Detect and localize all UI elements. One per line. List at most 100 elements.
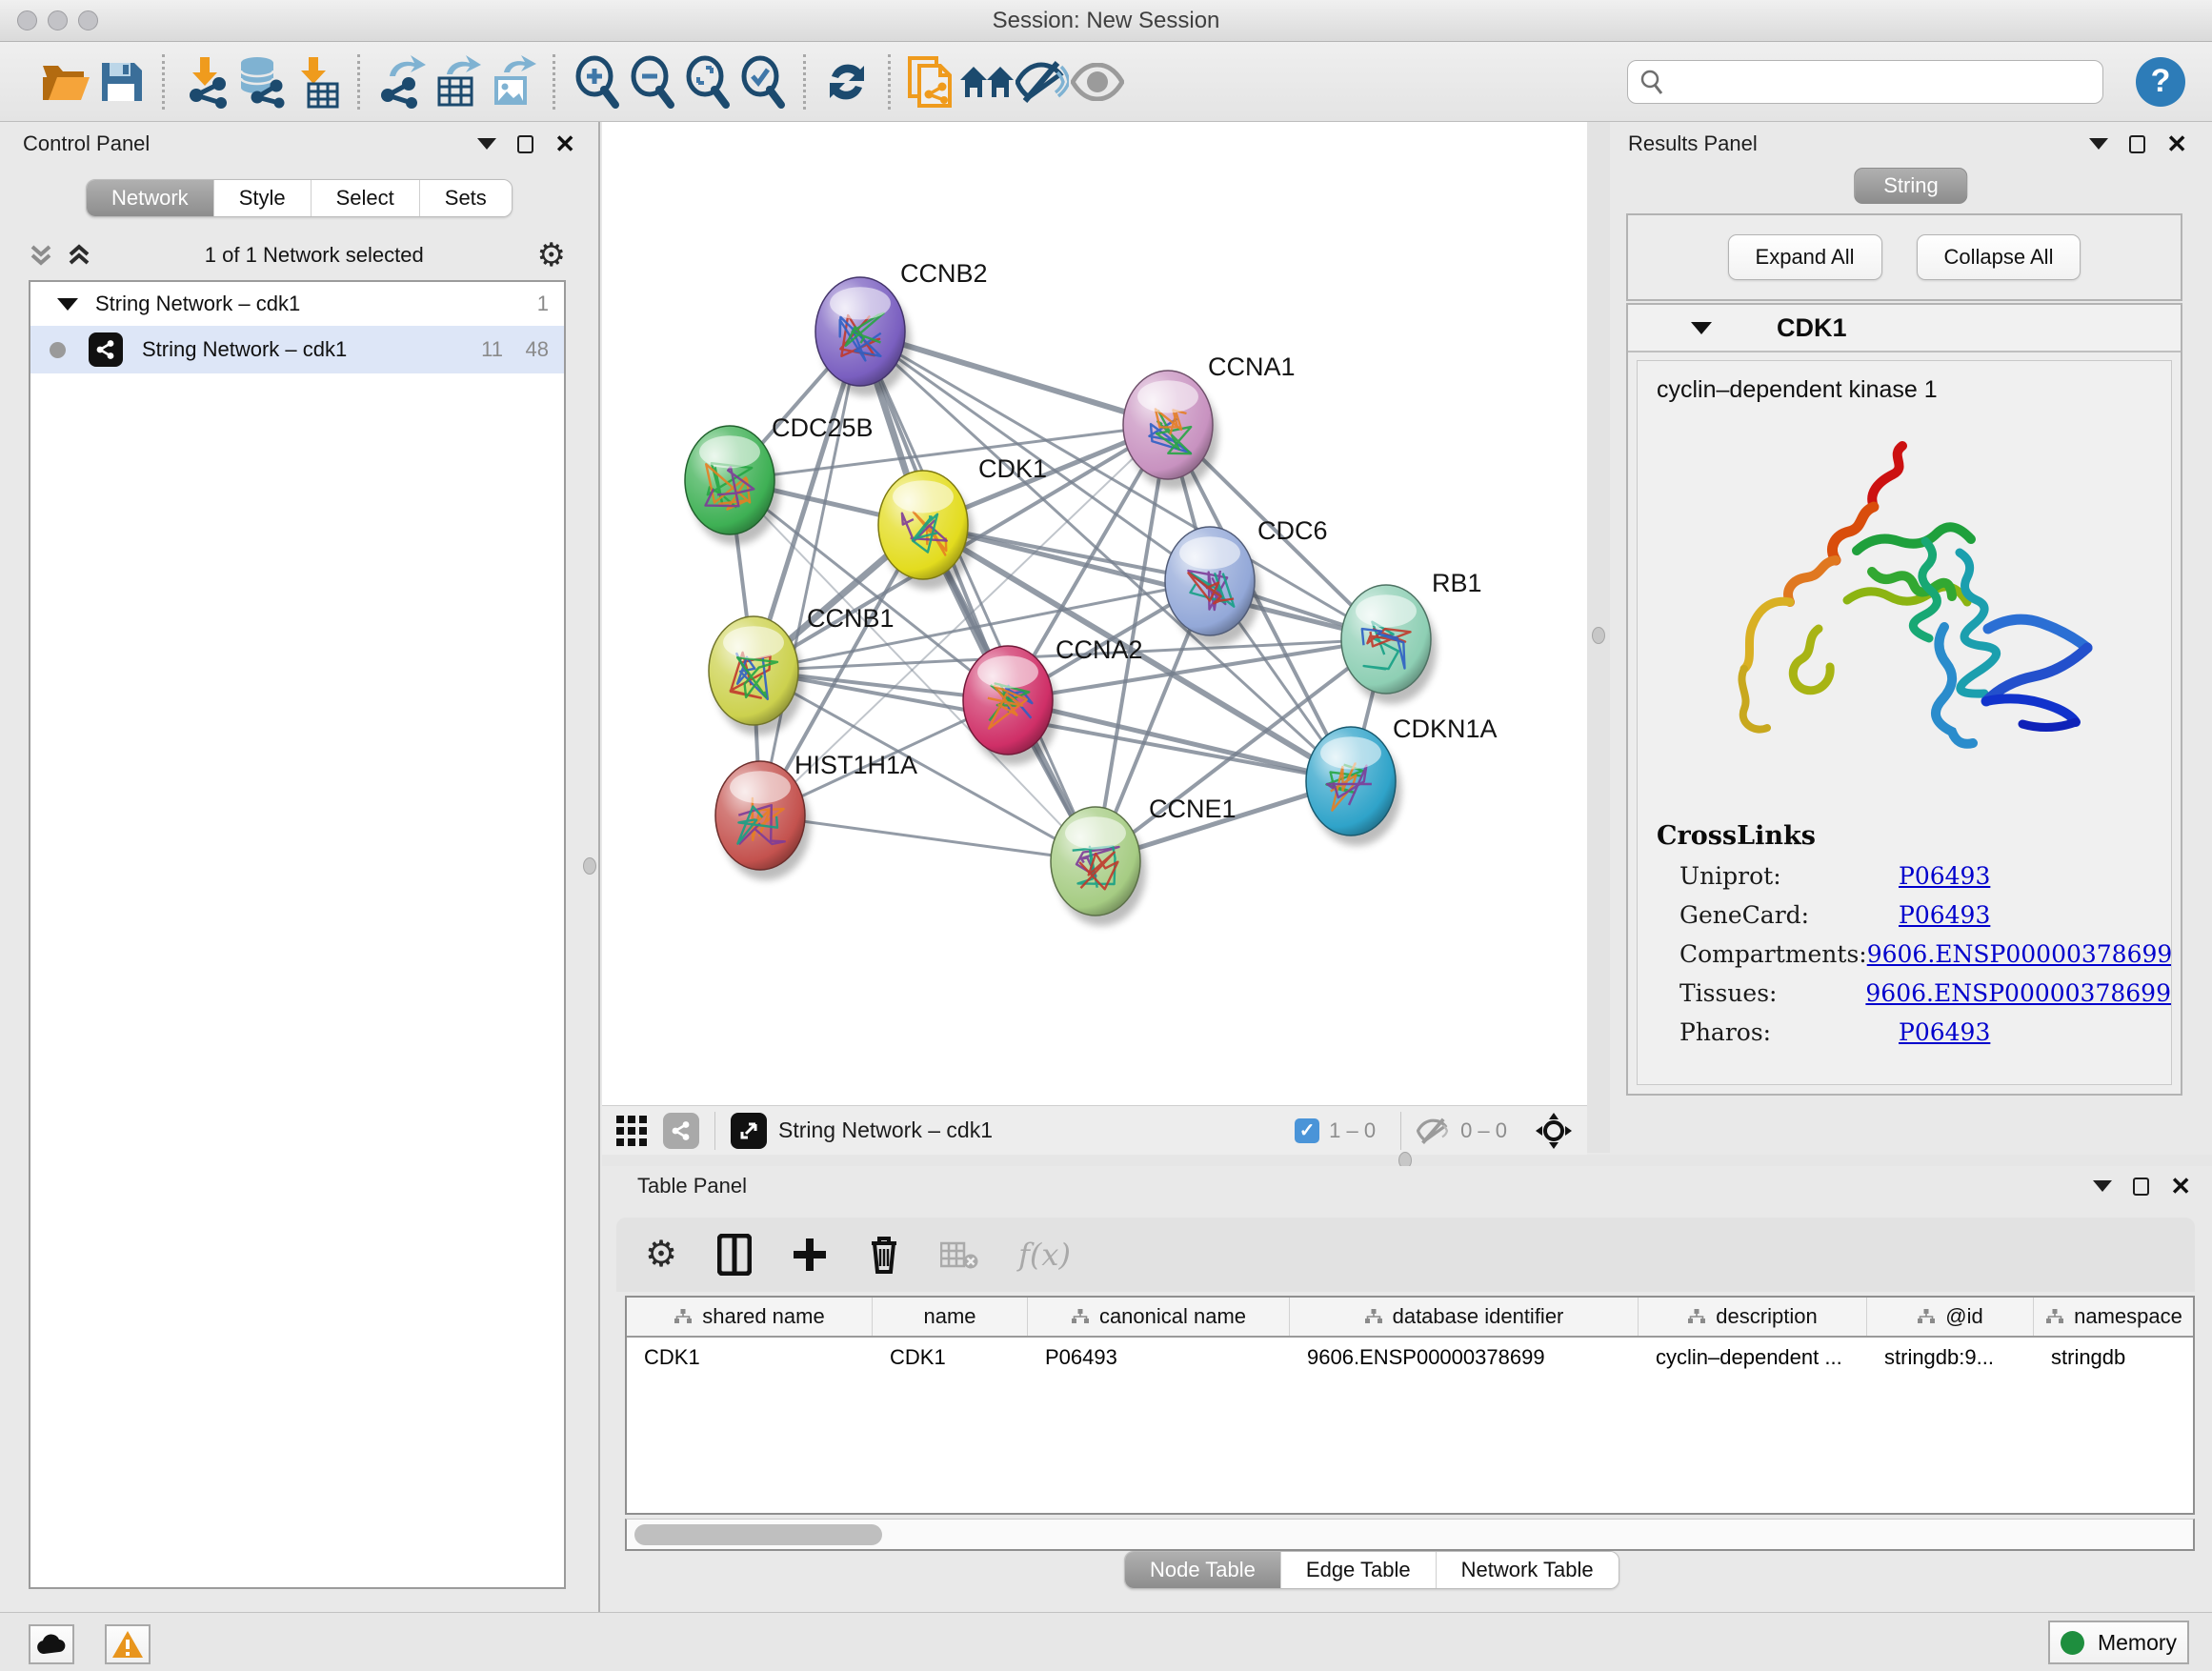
table-cell[interactable]: P06493 [1028, 1338, 1290, 1378]
show-all-button[interactable] [1070, 51, 1125, 112]
warning-button[interactable] [105, 1624, 151, 1664]
table-cell[interactable]: CDK1 [873, 1338, 1028, 1378]
table-row[interactable]: CDK1CDK1P064939606.ENSP00000378699cyclin… [627, 1338, 2193, 1378]
collapse-panel-icon[interactable] [2089, 138, 2108, 150]
open-session-button[interactable] [38, 51, 93, 112]
node-CCNA1[interactable]: CCNA1 [1123, 352, 1296, 490]
node-HIST1H1A[interactable]: HIST1H1A [715, 751, 917, 880]
node-CDC6[interactable]: CDC6 [1165, 516, 1328, 646]
column-header-label: database identifier [1393, 1304, 1564, 1329]
table-cell[interactable]: cyclin–dependent ... [1639, 1338, 1867, 1378]
column-header-@id[interactable]: @id [1867, 1298, 2034, 1336]
apply-layout-button[interactable] [819, 51, 875, 112]
node-description: cyclin–dependent kinase 1 [1657, 376, 2171, 404]
table-cell[interactable]: 9606.ENSP00000378699 [1290, 1338, 1639, 1378]
network-options-gear-icon[interactable]: ⚙ [537, 239, 566, 272]
export-table-button[interactable] [429, 51, 484, 112]
network-row-selected[interactable]: String Network – cdk1 11 48 [30, 326, 564, 373]
birdseye-toggle-icon[interactable] [1534, 1111, 1574, 1151]
network-canvas[interactable]: CCNB2CCNA1CDC25BCDK1CDC6RB1CCNB1CCNA2CDK… [602, 122, 1587, 1105]
selected-checkbox-icon[interactable]: ✓ [1295, 1118, 1319, 1143]
node-CDC25B[interactable]: CDC25B [685, 413, 874, 545]
collapse-all-button[interactable]: Collapse All [1917, 234, 2081, 280]
tab-sets[interactable]: Sets [420, 180, 512, 216]
expand-all-networks-icon[interactable] [29, 241, 53, 270]
collection-expand-icon[interactable] [57, 298, 78, 311]
network-collection-row[interactable]: String Network – cdk1 1 [30, 282, 564, 326]
toolbar-separator [553, 54, 555, 110]
memory-button[interactable]: Memory [2048, 1621, 2189, 1664]
close-panel-icon[interactable]: ✕ [554, 131, 575, 156]
expand-all-button[interactable]: Expand All [1728, 234, 1882, 280]
column-header-namespace[interactable]: namespace [2034, 1298, 2195, 1336]
close-panel-icon[interactable]: ✕ [2170, 1174, 2191, 1198]
save-session-button[interactable] [93, 51, 149, 112]
add-column-icon[interactable] [792, 1237, 828, 1273]
node-CCNE1[interactable]: CCNE1 [1051, 795, 1237, 926]
hidden-eye-icon[interactable] [1417, 1117, 1451, 1144]
column-header-shared-name[interactable]: shared name [627, 1298, 873, 1336]
table-cell[interactable]: CDK1 [627, 1338, 873, 1378]
tab-network[interactable]: Network [87, 180, 214, 216]
tab-edge-table[interactable]: Edge Table [1281, 1552, 1437, 1588]
cloud-button[interactable] [29, 1624, 74, 1664]
tab-string[interactable]: String [1854, 168, 1967, 204]
open-in-new-window-icon[interactable] [731, 1113, 767, 1149]
splitter-grip[interactable] [583, 857, 596, 875]
node-table[interactable]: shared namenamecanonical name database id… [625, 1296, 2195, 1515]
network-graph[interactable]: CCNB2CCNA1CDC25BCDK1CDC6RB1CCNB1CCNA2CDK… [602, 122, 1587, 1105]
float-panel-icon[interactable] [517, 135, 533, 153]
node-CCNB2[interactable]: CCNB2 [815, 259, 988, 396]
tab-node-table[interactable]: Node Table [1125, 1552, 1281, 1588]
column-header-description[interactable]: description [1639, 1298, 1867, 1336]
export-network-button[interactable] [373, 51, 429, 112]
clone-network-button[interactable] [904, 51, 959, 112]
table-cell[interactable]: stringdb [2034, 1338, 2195, 1378]
column-header-canonical-name[interactable]: canonical name [1028, 1298, 1290, 1336]
collapse-panel-icon[interactable] [2093, 1180, 2112, 1192]
birdseye-grid-icon[interactable] [615, 1115, 648, 1147]
node-CDKN1A[interactable]: CDKN1A [1306, 715, 1498, 846]
column-header-name[interactable]: name [873, 1298, 1028, 1336]
crosslink-link[interactable]: P06493 [1899, 901, 1990, 929]
collapse-all-networks-icon[interactable] [67, 241, 91, 270]
section-expand-icon[interactable] [1691, 322, 1712, 334]
float-panel-icon[interactable] [2129, 135, 2145, 153]
search-input[interactable] [1674, 70, 2091, 94]
crosslink-link[interactable]: 9606.ENSP00000378699 [1865, 979, 2171, 1007]
import-network-file-button[interactable] [178, 51, 233, 112]
network-overview-icon[interactable] [663, 1113, 699, 1149]
crosslink-link[interactable]: P06493 [1899, 862, 1990, 890]
float-panel-icon[interactable] [2133, 1178, 2149, 1196]
delete-column-icon[interactable] [868, 1234, 900, 1276]
close-panel-icon[interactable]: ✕ [2166, 131, 2187, 156]
tab-select[interactable]: Select [312, 180, 420, 216]
splitter-grip[interactable] [1592, 627, 1605, 644]
import-network-database-button[interactable] [233, 51, 289, 112]
node-section-header[interactable]: CDK1 [1628, 305, 2181, 352]
network-view-toolbar: String Network – cdk1 ✓ 1 – 0 0 – 0 [602, 1105, 1587, 1155]
table-cell[interactable]: stringdb:9... [1867, 1338, 2034, 1378]
crosslink-link[interactable]: P06493 [1899, 1018, 1990, 1046]
export-image-button[interactable] [484, 51, 539, 112]
network-view-title: String Network – cdk1 [778, 1117, 1295, 1143]
table-horizontal-scrollbar[interactable] [625, 1519, 2195, 1551]
help-button[interactable]: ? [2136, 57, 2185, 107]
hide-selected-button[interactable] [1015, 51, 1070, 112]
collapse-panel-icon[interactable] [477, 138, 496, 150]
crosslink-link[interactable]: 9606.ENSP00000378699 [1867, 940, 2172, 968]
zoom-in-button[interactable] [569, 51, 624, 112]
node-RB1[interactable]: RB1 [1341, 569, 1482, 704]
scrollbar-thumb[interactable] [634, 1524, 882, 1545]
first-neighbors-button[interactable] [959, 51, 1015, 112]
table-options-gear-icon[interactable]: ⚙ [645, 1237, 677, 1273]
zoom-out-button[interactable] [624, 51, 679, 112]
import-table-file-button[interactable] [289, 51, 344, 112]
zoom-selected-button[interactable] [734, 51, 790, 112]
tab-style[interactable]: Style [214, 180, 312, 216]
column-header-database-identifier[interactable]: database identifier [1290, 1298, 1639, 1336]
tab-network-table[interactable]: Network Table [1437, 1552, 1619, 1588]
zoom-fit-button[interactable] [679, 51, 734, 112]
show-columns-icon[interactable] [717, 1234, 752, 1276]
node-CCNB1[interactable]: CCNB1 [709, 604, 895, 735]
